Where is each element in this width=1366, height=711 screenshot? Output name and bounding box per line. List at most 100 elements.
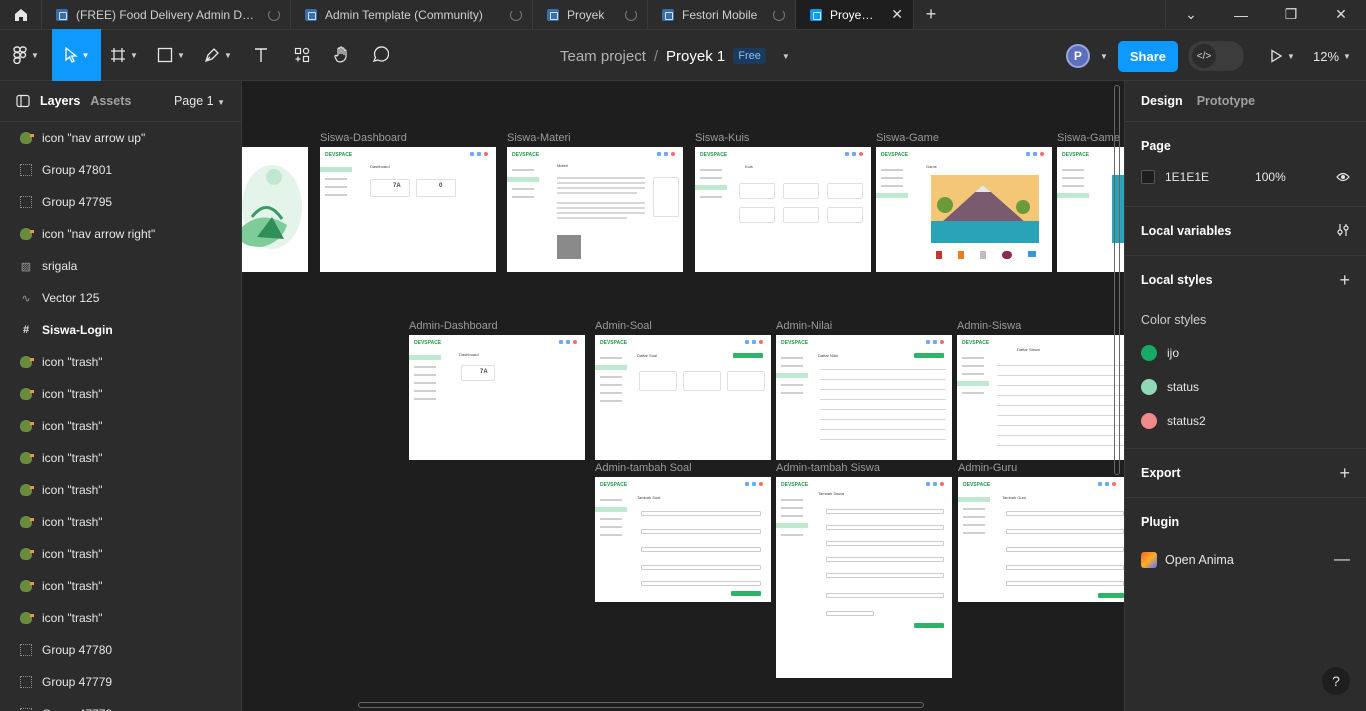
zoom-menu[interactable]: 12% ▼: [1312, 30, 1352, 82]
shape-tool[interactable]: ▼: [147, 29, 195, 81]
chevron-down-icon[interactable]: ▼: [782, 52, 790, 61]
frame-label[interactable]: Admin-Guru: [958, 462, 1017, 474]
chevron-down-icon[interactable]: ⌄: [1166, 0, 1216, 29]
frame-siswa-materi[interactable]: DEVSPACE Materi: [507, 147, 683, 272]
color-style-item[interactable]: status2: [1141, 404, 1350, 438]
frame-admin-dashboard[interactable]: DEVSPACE Dashboard 7A: [409, 335, 585, 460]
add-style-icon[interactable]: +: [1339, 270, 1350, 291]
tab-assets[interactable]: Assets: [90, 94, 131, 108]
layer-item[interactable]: Group 47801: [0, 154, 241, 186]
new-tab-button[interactable]: +: [914, 0, 948, 29]
layer-item[interactable]: icon "trash": [0, 442, 241, 474]
present-button[interactable]: ▼: [1262, 30, 1302, 82]
frame-siswa-login[interactable]: [242, 147, 308, 272]
frame-siswa-dashboard[interactable]: DEVSPACE Dashboard 7A 0: [320, 147, 496, 272]
frame-admin-siswa[interactable]: DEVSPACE Daftar Siswa: [957, 335, 1124, 460]
frame-label[interactable]: Admin-Siswa: [957, 320, 1021, 332]
layer-item[interactable]: icon "trash": [0, 602, 241, 634]
page-opacity-value[interactable]: 100%: [1255, 170, 1286, 184]
frame-label[interactable]: Admin-Soal: [595, 320, 652, 332]
layer-item[interactable]: icon "trash": [0, 410, 241, 442]
layer-item[interactable]: icon "trash": [0, 570, 241, 602]
layer-item[interactable]: Group 47780: [0, 634, 241, 666]
layer-item[interactable]: icon "nav arrow right": [0, 218, 241, 250]
layer-item[interactable]: Group 47778: [0, 698, 241, 711]
layer-item[interactable]: Group 47779: [0, 666, 241, 698]
vertical-scrollbar[interactable]: [1114, 85, 1120, 475]
plugin-item[interactable]: Open Anima —: [1141, 540, 1350, 580]
share-button[interactable]: Share: [1117, 40, 1178, 72]
layer-item[interactable]: Group 47795: [0, 186, 241, 218]
frame-sidebar: [1057, 163, 1089, 202]
remove-plugin-icon[interactable]: —: [1334, 551, 1350, 569]
pen-tool[interactable]: ▼: [195, 29, 241, 81]
layer-item[interactable]: icon "trash": [0, 506, 241, 538]
color-style-item[interactable]: status: [1141, 370, 1350, 404]
tab-festori-mobile[interactable]: Festori Mobile: [648, 0, 796, 29]
team-name[interactable]: Team project: [560, 48, 646, 65]
layer-item[interactable]: icon "trash": [0, 378, 241, 410]
tab-design[interactable]: Design: [1141, 94, 1183, 108]
frame-label[interactable]: Siswa-Game: [1057, 132, 1120, 144]
tab-proyek-1[interactable]: Proyek 1 ✕: [796, 0, 914, 29]
local-variables-title[interactable]: Local variables: [1141, 224, 1231, 238]
sidebar-toggle-icon[interactable]: [16, 94, 30, 108]
tab-admin-template[interactable]: Admin Template (Community): [291, 0, 533, 29]
comment-tool[interactable]: [359, 29, 401, 81]
color-swatch[interactable]: [1141, 170, 1155, 184]
dev-mode-toggle[interactable]: </>: [1188, 41, 1244, 71]
project-name[interactable]: Proyek 1: [666, 48, 725, 65]
main-menu-button[interactable]: ▼: [0, 29, 52, 81]
frame-admin-nilai[interactable]: DEVSPACE Daftar Nilai: [776, 335, 952, 460]
help-button[interactable]: ?: [1322, 667, 1350, 695]
close-tab-icon[interactable]: ✕: [891, 6, 903, 23]
restore-button[interactable]: ❐: [1266, 0, 1316, 29]
layer-item[interactable]: icon "trash": [0, 538, 241, 570]
frame-admin-tambah-siswa[interactable]: DEVSPACE Tambah Siswa: [776, 477, 952, 678]
tab-prototype[interactable]: Prototype: [1197, 94, 1255, 108]
chevron-down-icon[interactable]: ▼: [1100, 52, 1108, 61]
layer-item[interactable]: icon "trash": [0, 346, 241, 378]
frame-label[interactable]: Siswa-Game: [876, 132, 939, 144]
hand-tool[interactable]: [323, 29, 359, 81]
frame-tool[interactable]: ▼: [101, 29, 147, 81]
minimize-button[interactable]: —: [1216, 0, 1266, 29]
move-tool[interactable]: ▼: [52, 29, 101, 81]
text-tool[interactable]: [241, 29, 281, 81]
frame-label[interactable]: Admin-tambah Siswa: [776, 462, 880, 474]
frame-label[interactable]: Admin-tambah Soal: [595, 462, 692, 474]
page-background-row[interactable]: 1E1E1E 100%: [1141, 162, 1350, 192]
page-color-value[interactable]: 1E1E1E: [1165, 170, 1209, 184]
avatar[interactable]: P: [1065, 44, 1090, 68]
tab-food-delivery[interactable]: (FREE) Food Delivery Admin Dashb: [42, 0, 291, 29]
add-export-icon[interactable]: +: [1339, 463, 1350, 484]
frame-label[interactable]: Siswa-Dashboard: [320, 132, 407, 144]
page-selector[interactable]: Page 1 ▼: [174, 94, 225, 108]
frame-admin-tambah-soal[interactable]: DEVSPACE Tambah Soal: [595, 477, 771, 602]
frame-admin-soal[interactable]: DEVSPACE Daftar Soal: [595, 335, 771, 460]
eye-icon[interactable]: [1336, 170, 1350, 185]
frame-siswa-game[interactable]: DEVSPACE Game: [876, 147, 1052, 272]
frame-label[interactable]: Siswa-Materi: [507, 132, 571, 144]
close-window-button[interactable]: ✕: [1316, 0, 1366, 29]
tab-layers[interactable]: Layers: [40, 94, 80, 108]
frame-admin-guru[interactable]: DEVSPACE Tambah Guru: [958, 477, 1124, 602]
home-button[interactable]: [0, 0, 42, 29]
layer-item[interactable]: ▨ srigala: [0, 250, 241, 282]
layer-item[interactable]: icon "trash": [0, 474, 241, 506]
frame-siswa-kuis[interactable]: DEVSPACE Kuis: [695, 147, 871, 272]
anima-logo-icon: [1141, 552, 1157, 568]
frame-label[interactable]: Siswa-Kuis: [695, 132, 749, 144]
layer-item[interactable]: # Siswa-Login: [0, 314, 241, 346]
horizontal-scrollbar[interactable]: [358, 702, 924, 708]
tab-proyek[interactable]: Proyek: [533, 0, 648, 29]
resources-tool[interactable]: [281, 29, 323, 81]
variables-settings-icon[interactable]: [1336, 221, 1350, 242]
canvas[interactable]: Siswa-Dashboard DEVSPACE Dashboard 7A 0 …: [242, 81, 1124, 711]
frame-label[interactable]: Admin-Nilai: [776, 320, 832, 332]
frame-label[interactable]: Admin-Dashboard: [409, 320, 498, 332]
color-style-item[interactable]: ijo: [1141, 336, 1350, 370]
section-title: Export +: [1141, 449, 1350, 497]
layer-item[interactable]: ∿ Vector 125: [0, 282, 241, 314]
layer-item[interactable]: icon "nav arrow up": [0, 122, 241, 154]
